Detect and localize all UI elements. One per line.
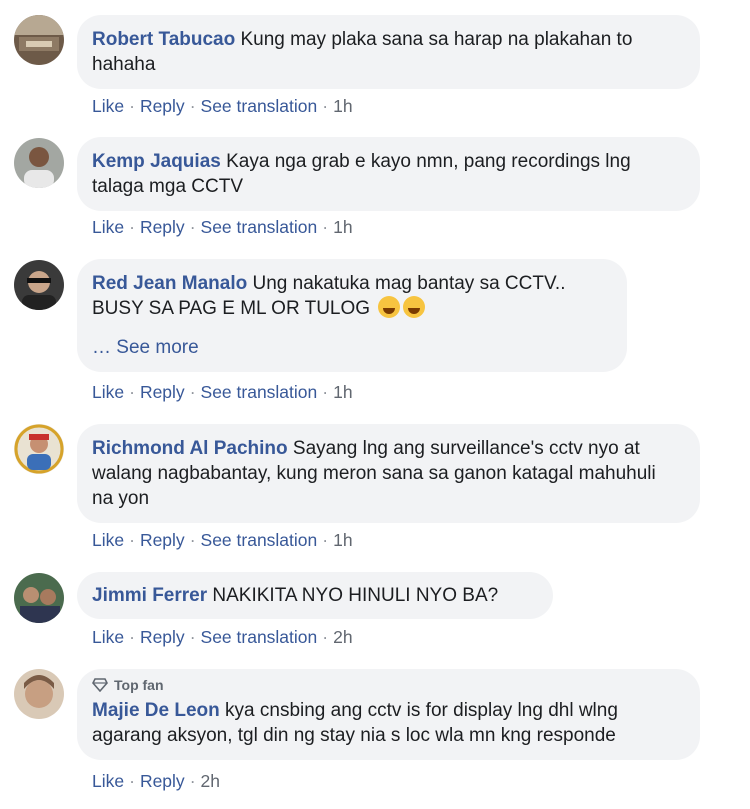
comment-actions: Like · Reply · See translation · 1h <box>92 96 353 116</box>
see-translation-link[interactable]: See translation <box>201 627 318 647</box>
like-link[interactable]: Like <box>92 771 124 791</box>
comment-author[interactable]: Jimmi Ferrer <box>92 585 207 606</box>
like-link[interactable]: Like <box>92 217 124 237</box>
avatar[interactable] <box>14 260 64 310</box>
reply-link[interactable]: Reply <box>140 530 185 550</box>
avatar[interactable] <box>14 138 64 188</box>
comment-actions: Like · Reply · See translation · 1h <box>92 530 353 550</box>
top-fan-badge: Top fan <box>92 676 682 694</box>
reply-link[interactable]: Reply <box>140 217 185 237</box>
avatar[interactable] <box>14 424 64 474</box>
like-link[interactable]: Like <box>92 627 124 647</box>
avatar[interactable] <box>14 573 64 623</box>
comment-actions: Like · Reply · See translation · 1h <box>92 217 353 237</box>
reply-link[interactable]: Reply <box>140 771 185 791</box>
like-link[interactable]: Like <box>92 530 124 550</box>
comment-bubble: Kemp Jaquias Kaya nga grab e kayo nmn, p… <box>77 137 700 211</box>
see-translation-link[interactable]: See translation <box>201 382 318 402</box>
see-translation-link[interactable]: See translation <box>201 530 318 550</box>
comment-time[interactable]: 1h <box>333 217 352 237</box>
comment-time[interactable]: 2h <box>333 627 352 647</box>
comment-author[interactable]: Richmond Al Pachino <box>92 438 288 459</box>
like-link[interactable]: Like <box>92 382 124 402</box>
reply-link[interactable]: Reply <box>140 627 185 647</box>
comment-time[interactable]: 1h <box>333 382 352 402</box>
reply-link[interactable]: Reply <box>140 96 185 116</box>
avatar[interactable] <box>14 15 64 65</box>
see-translation-link[interactable]: See translation <box>201 96 318 116</box>
comment-author[interactable]: Robert Tabucao <box>92 29 235 50</box>
comment-author[interactable]: Majie De Leon <box>92 700 220 721</box>
reply-link[interactable]: Reply <box>140 382 185 402</box>
avatar[interactable] <box>14 669 64 719</box>
like-link[interactable]: Like <box>92 96 124 116</box>
see-more-link[interactable]: … See more <box>92 335 609 360</box>
comment-bubble: Richmond Al Pachino Sayang lng ang surve… <box>77 424 700 523</box>
comment-bubble: Top fan Majie De Leon kya cnsbing ang cc… <box>77 669 700 760</box>
comment-time[interactable]: 2h <box>201 771 220 791</box>
comment-actions: Like · Reply · 2h <box>92 771 220 791</box>
comment-time[interactable]: 1h <box>333 96 352 116</box>
comment-text: NAKIKITA NYO HINULI NYO BA? <box>212 585 499 606</box>
comment-bubble: Red Jean Manalo Ung nakatuka mag bantay … <box>77 259 627 372</box>
diamond-icon <box>92 678 108 692</box>
comment-author[interactable]: Red Jean Manalo <box>92 273 247 294</box>
comment-bubble: Jimmi Ferrer NAKIKITA NYO HINULI NYO BA? <box>77 572 553 619</box>
comment-time[interactable]: 1h <box>333 530 352 550</box>
top-fan-label: Top fan <box>114 677 164 693</box>
rolling-laughing-emoji <box>378 296 401 318</box>
comment-author[interactable]: Kemp Jaquias <box>92 151 221 172</box>
see-translation-link[interactable]: See translation <box>201 217 318 237</box>
comment-actions: Like · Reply · See translation · 2h <box>92 627 353 647</box>
comment-bubble: Robert Tabucao Kung may plaka sana sa ha… <box>77 15 700 89</box>
comment-actions: Like · Reply · See translation · 1h <box>92 382 353 402</box>
joy-emoji <box>403 296 426 318</box>
